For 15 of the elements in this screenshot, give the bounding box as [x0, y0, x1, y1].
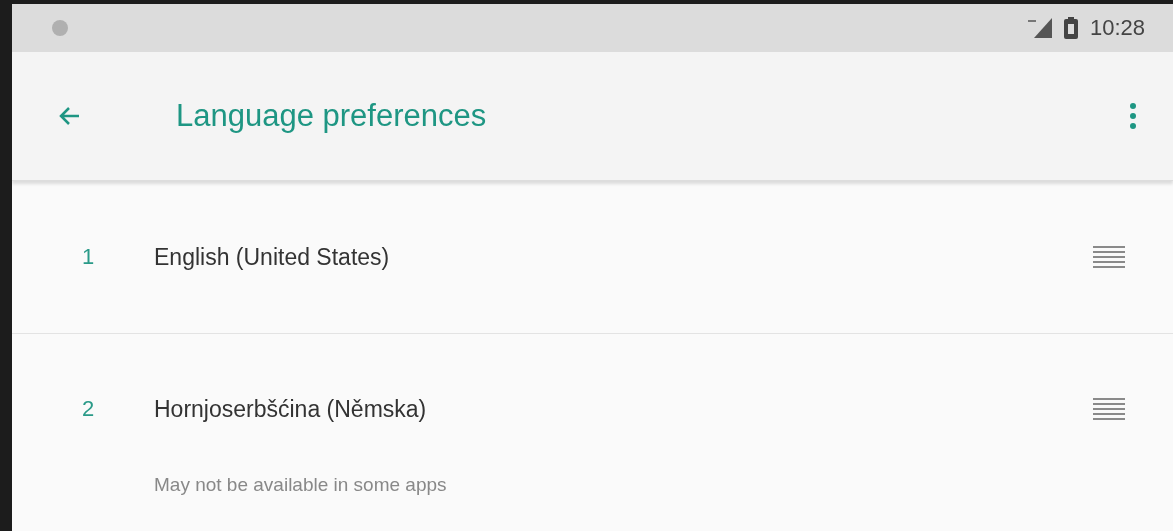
language-note: May not be available in some apps [154, 474, 448, 496]
language-number: 1 [82, 244, 96, 270]
battery-icon [1063, 17, 1078, 39]
status-time: 10:28 [1089, 15, 1145, 41]
language-row[interactable]: 1 English (United States) [12, 181, 1173, 334]
notification-dot-icon [52, 20, 68, 36]
language-name: Hornjoserbšćina (Němska) [154, 395, 428, 423]
drag-handle-icon[interactable] [1093, 246, 1125, 268]
language-name: English (United States) [154, 243, 391, 271]
page-title: Language preferences [176, 98, 488, 134]
language-row[interactable]: 2 Hornjoserbšćina (Němska) May not be available in some apps [12, 334, 1173, 496]
drag-handle-icon[interactable] [1093, 398, 1125, 420]
language-number: 2 [82, 396, 96, 422]
signal-icon [1025, 18, 1052, 38]
more-vertical-icon [1129, 102, 1137, 130]
